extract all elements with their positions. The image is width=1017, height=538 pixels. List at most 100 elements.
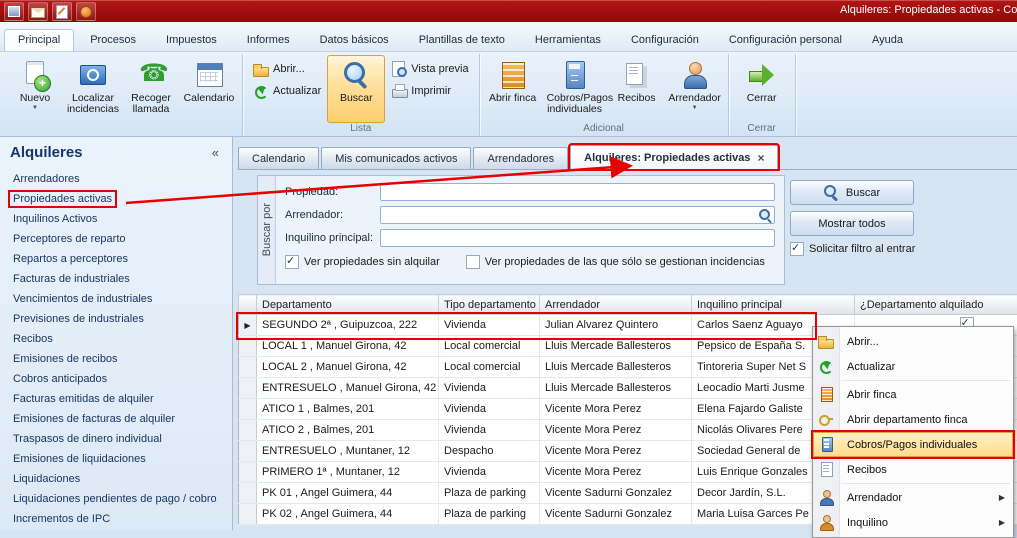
cell-departamento[interactable]: ATICO 2 , Balmes, 201 xyxy=(257,420,439,441)
cell-departamento[interactable]: LOCAL 1 , Manuel Girona, 42 xyxy=(257,336,439,357)
sidebar-item[interactable]: Previsiones de industriales xyxy=(0,309,232,329)
cell-tipo-departamento[interactable]: Vivienda xyxy=(439,315,540,336)
cell-arrendador[interactable]: Vicente Sadurni Gonzalez xyxy=(540,504,692,525)
row-selector-cell[interactable] xyxy=(239,336,257,357)
row-selector-cell[interactable] xyxy=(239,315,257,336)
cell-departamento[interactable]: ENTRESUELO , Manuel Girona, 42 xyxy=(257,378,439,399)
document-tab[interactable]: Arrendadores × xyxy=(473,147,568,169)
column-header-departamento[interactable]: Departamento xyxy=(257,295,439,315)
row-selector-cell[interactable] xyxy=(239,441,257,462)
sidebar-item[interactable]: Emisiones de facturas de alquiler xyxy=(0,409,232,429)
cobros-pagos-button[interactable]: Cobros/Pagos individuales xyxy=(542,55,608,123)
imprimir-button[interactable]: Imprimir xyxy=(385,81,474,101)
buscar-button[interactable]: Buscar xyxy=(790,180,914,205)
column-header-inquilino-principal[interactable]: Inquilino principal xyxy=(692,295,855,315)
sidebar-item[interactable]: Repartos a perceptores xyxy=(0,249,232,269)
cell-tipo-departamento[interactable]: Local comercial xyxy=(439,336,540,357)
cell-arrendador[interactable]: Vicente Mora Perez xyxy=(540,420,692,441)
cell-tipo-departamento[interactable]: Vivienda xyxy=(439,378,540,399)
sidebar-item[interactable]: Vencimientos de industriales xyxy=(0,289,232,309)
cerrar-button[interactable]: Cerrar xyxy=(733,55,791,123)
cell-tipo-departamento[interactable]: Despacho xyxy=(439,441,540,462)
menu-tab[interactable]: Herramientas xyxy=(521,29,615,51)
sidebar-item[interactable]: Emisiones de recibos xyxy=(0,349,232,369)
buscar-ribbon-button[interactable]: Buscar xyxy=(327,55,385,123)
menu-tab[interactable]: Informes xyxy=(233,29,304,51)
recibos-button[interactable]: Recibos xyxy=(608,55,666,123)
sidebar-item[interactable]: Traspasos de dinero individual xyxy=(0,429,232,449)
row-selector-cell[interactable] xyxy=(239,420,257,441)
calendario-button[interactable]: Calendario xyxy=(180,55,238,123)
cell-departamento[interactable]: LOCAL 2 , Manuel Girona, 42 xyxy=(257,357,439,378)
vista-previa-button[interactable]: Vista previa xyxy=(385,59,474,79)
menu-tab[interactable]: Configuración personal xyxy=(715,29,856,51)
inquilino-principal-input[interactable] xyxy=(380,229,775,247)
sidebar-item[interactable]: Incrementos de IPC xyxy=(0,509,232,529)
sidebar-item[interactable]: Perceptores de reparto xyxy=(0,229,232,249)
collapse-sidebar-icon[interactable]: « xyxy=(209,145,222,160)
cell-departamento[interactable]: PK 01 , Angel Guimera, 44 xyxy=(257,483,439,504)
mail-icon[interactable] xyxy=(28,2,48,21)
abrir-finca-button[interactable]: Abrir finca xyxy=(484,55,542,123)
cell-departamento[interactable]: SEGUNDO 2ª , Guipuzcoa, 222 xyxy=(257,315,439,336)
cell-departamento[interactable]: PRIMERO 1ª , Muntaner, 12 xyxy=(257,462,439,483)
sidebar-item[interactable]: Arrendadores xyxy=(0,169,232,189)
nuevo-button[interactable]: Nuevo ▼ xyxy=(6,55,64,123)
mostrar-todos-button[interactable]: Mostrar todos xyxy=(790,211,914,236)
cell-tipo-departamento[interactable]: Plaza de parking xyxy=(439,504,540,525)
menu-tab[interactable]: Procesos xyxy=(76,29,150,51)
checkbox-box[interactable] xyxy=(790,242,804,256)
arrendador-button[interactable]: Arrendador ▼ xyxy=(666,55,724,123)
cell-tipo-departamento[interactable]: Plaza de parking xyxy=(439,483,540,504)
menu-tab[interactable]: Impuestos xyxy=(152,29,231,51)
context-menu-item[interactable]: Inquilino ▶ xyxy=(813,510,1013,535)
abrir-button[interactable]: Abrir... xyxy=(247,59,327,79)
cell-tipo-departamento[interactable]: Vivienda xyxy=(439,399,540,420)
context-menu-item[interactable]: Arrendador ▶ xyxy=(813,485,1013,510)
cell-tipo-departamento[interactable]: Vivienda xyxy=(439,462,540,483)
cell-arrendador[interactable]: Vicente Mora Perez xyxy=(540,462,692,483)
context-menu-item[interactable]: Abrir departamento finca ▶ xyxy=(813,407,1013,432)
checkbox-ver-propiedades-incidencias[interactable]: Ver propiedades de las que sólo se gesti… xyxy=(466,255,765,269)
column-header-tipo-departamento[interactable]: Tipo departamento xyxy=(439,295,540,315)
sidebar-item[interactable]: Liquidaciones pendientes de pago / cobro xyxy=(0,489,232,509)
cell-arrendador[interactable]: Vicente Mora Perez xyxy=(540,399,692,420)
announcement-icon[interactable] xyxy=(76,2,96,21)
menu-tab[interactable]: Plantillas de texto xyxy=(405,29,519,51)
cell-departamento[interactable]: PK 02 , Angel Guimera, 44 xyxy=(257,504,439,525)
menu-tab[interactable]: Principal xyxy=(4,29,74,51)
solicitar-filtro-checkbox[interactable]: Solicitar filtro al entrar xyxy=(790,242,920,256)
menu-tab[interactable]: Datos básicos xyxy=(306,29,403,51)
row-selector-cell[interactable] xyxy=(239,462,257,483)
document-tab[interactable]: Mis comunicados activos × xyxy=(321,147,471,169)
context-menu-item[interactable]: Abrir... ▶ xyxy=(813,329,1013,354)
context-menu-item[interactable]: Cobros/Pagos individuales ▶ xyxy=(813,432,1013,457)
row-selector-cell[interactable] xyxy=(239,504,257,525)
document-tab[interactable]: Calendario × xyxy=(238,147,319,169)
cell-arrendador[interactable]: Vicente Mora Perez xyxy=(540,441,692,462)
cell-arrendador[interactable]: Lluis Mercade Ballesteros xyxy=(540,357,692,378)
cell-tipo-departamento[interactable]: Local comercial xyxy=(439,357,540,378)
recoger-llamada-button[interactable]: Recoger llamada xyxy=(122,55,180,123)
sidebar-item[interactable]: Facturas de industriales xyxy=(0,269,232,289)
cell-arrendador[interactable]: Lluis Mercade Ballesteros xyxy=(540,336,692,357)
checkbox-box[interactable] xyxy=(285,255,299,269)
checkbox-box[interactable] xyxy=(466,255,480,269)
context-menu-item[interactable]: Abrir finca ▶ xyxy=(813,382,1013,407)
propiedad-input[interactable] xyxy=(380,183,775,201)
context-menu-item[interactable]: Recibos ▶ xyxy=(813,457,1013,482)
localizar-incidencias-button[interactable]: Localizar incidencias xyxy=(64,55,122,123)
sidebar-item[interactable]: Emisiones de liquidaciones xyxy=(0,449,232,469)
cell-arrendador[interactable]: Vicente Sadurni Gonzalez xyxy=(540,483,692,504)
checkbox-ver-propiedades-sin-alquilar[interactable]: Ver propiedades sin alquilar xyxy=(285,255,440,269)
context-menu-item[interactable]: Actualizar ▶ xyxy=(813,354,1013,379)
column-header-departamento-alquilado[interactable]: ¿Departamento alquilado xyxy=(855,295,1017,315)
sidebar-item[interactable]: Propiedades activas xyxy=(0,189,232,209)
menu-tab[interactable]: Configuración xyxy=(617,29,713,51)
sidebar-item[interactable]: Liquidaciones xyxy=(0,469,232,489)
menu-tab[interactable]: Ayuda xyxy=(858,29,917,51)
tab-close-icon[interactable]: × xyxy=(757,151,764,165)
row-selector-cell[interactable] xyxy=(239,399,257,420)
sidebar-item[interactable]: Inquilinos Activos xyxy=(0,209,232,229)
row-selector-cell[interactable] xyxy=(239,483,257,504)
